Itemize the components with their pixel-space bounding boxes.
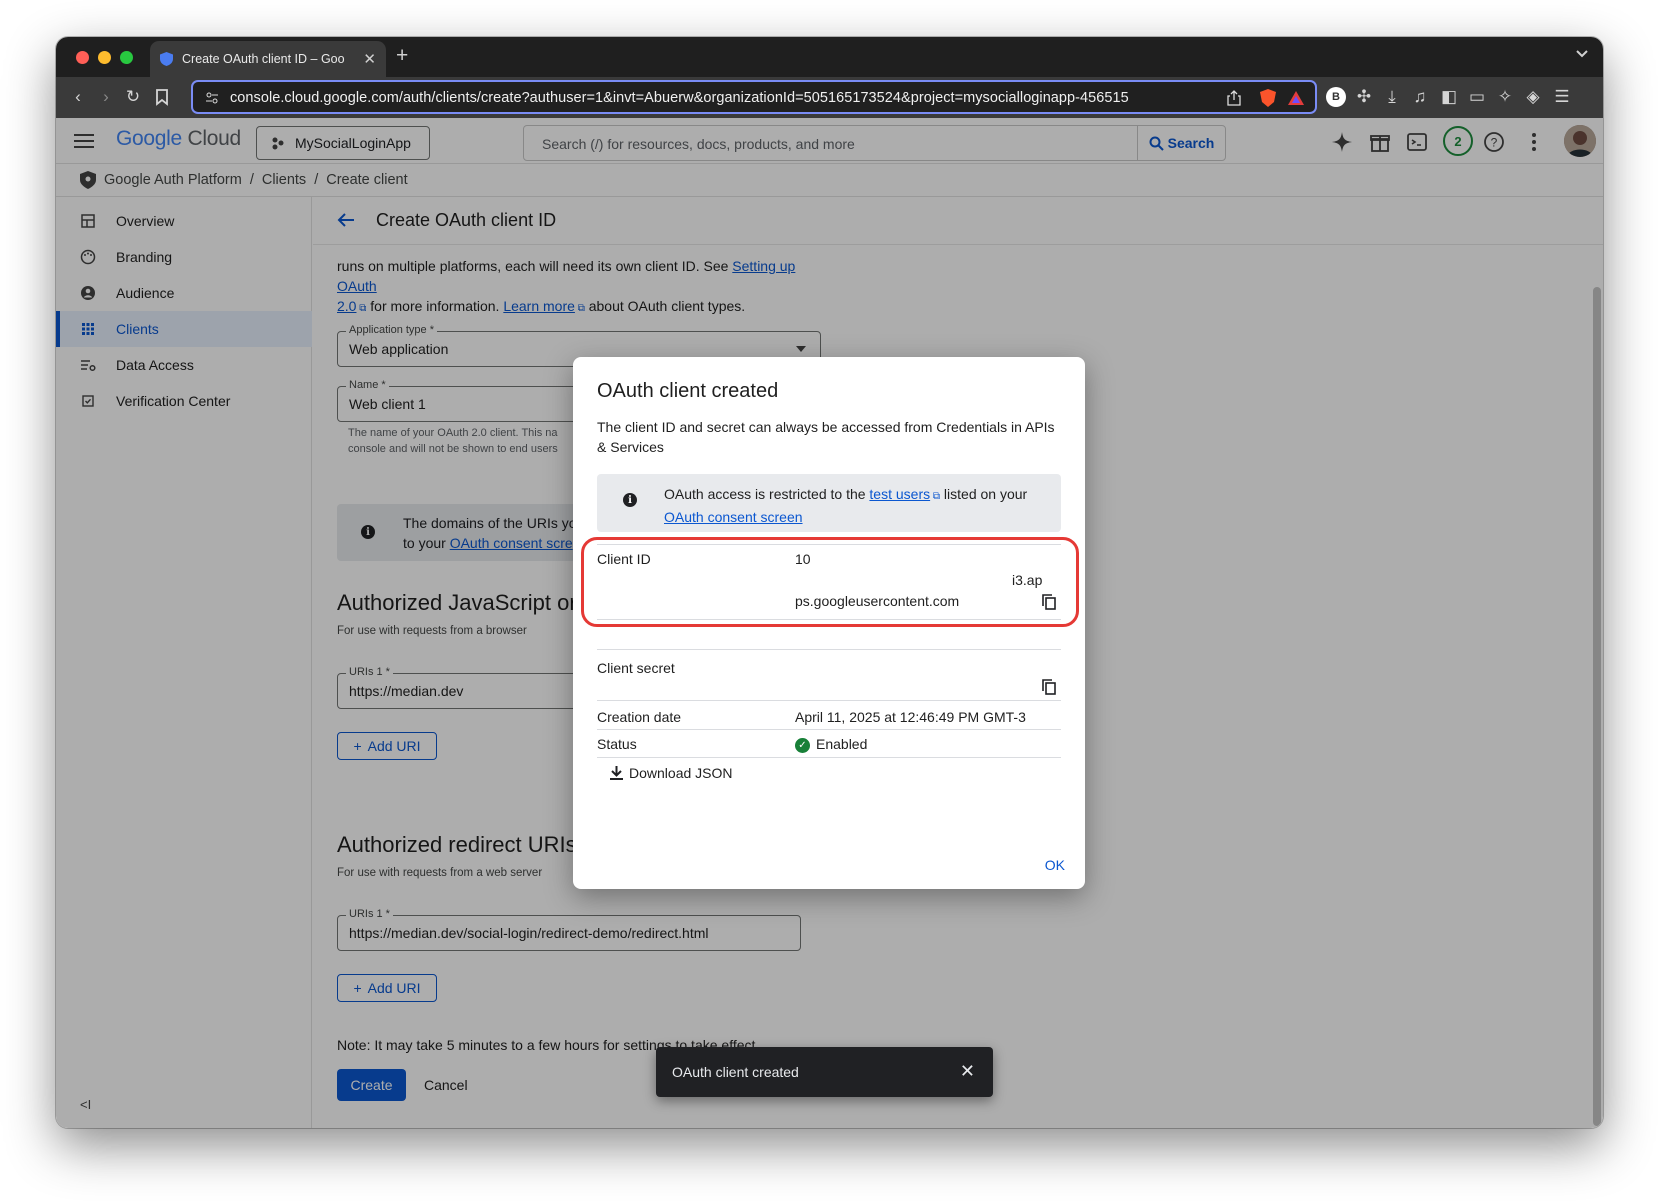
url-text: console.cloud.google.com/auth/clients/cr… [230, 90, 1129, 106]
tab-list-chevron-icon[interactable] [1575, 47, 1589, 61]
download-json-label: Download JSON [629, 765, 733, 781]
ok-button[interactable]: OK [1045, 857, 1065, 873]
copy-client-secret-icon[interactable] [1042, 679, 1056, 695]
extension-badge-icon[interactable]: B [1326, 87, 1346, 107]
shield-favicon-icon [160, 52, 173, 66]
dialog-title: OAuth client created [597, 380, 779, 402]
close-toast-icon[interactable]: ✕ [960, 1061, 975, 1082]
minimize-window-button[interactable] [98, 51, 111, 64]
site-settings-icon[interactable] [205, 91, 219, 105]
test-users-link[interactable]: test users [869, 486, 930, 502]
test-users-info-box: i OAuth access is restricted to the test… [597, 474, 1061, 532]
active-tab[interactable]: Create OAuth client ID – Goo ✕ [150, 41, 386, 77]
client-id-highlight [581, 537, 1079, 627]
back-icon[interactable]: ‹ [68, 87, 88, 107]
share-icon[interactable] [1227, 90, 1241, 106]
client-secret-label: Client secret [597, 660, 675, 676]
divider [597, 700, 1061, 701]
oauth-consent-screen-link[interactable]: OAuth consent screen [664, 509, 803, 525]
toast-message: OAuth client created [672, 1064, 799, 1080]
check-circle-icon: ✓ [795, 738, 810, 753]
address-bar[interactable]: console.cloud.google.com/auth/clients/cr… [191, 80, 1317, 114]
tab-close-icon[interactable]: ✕ [363, 50, 376, 68]
browser-toolbar: ‹ › ↻ console.cloud.google.com/auth/clie… [56, 77, 1603, 118]
oauth-client-created-dialog: OAuth client created The client ID and s… [573, 357, 1085, 889]
browser-window: Create OAuth client ID – Goo ✕ + ‹ › ↻ c… [56, 37, 1603, 1128]
download-json-button[interactable]: Download JSON [610, 765, 733, 781]
info-icon: i [623, 493, 637, 507]
status-label: Status [597, 736, 637, 752]
new-tab-icon[interactable]: + [396, 44, 408, 68]
info-text: listed on your [940, 486, 1028, 502]
creation-date-value: April 11, 2025 at 12:46:49 PM GMT-3 [795, 709, 1026, 725]
snackbar-toast: OAuth client created ✕ [656, 1047, 993, 1097]
tab-bar: Create OAuth client ID – Goo ✕ + [56, 37, 1603, 77]
download-icon[interactable]: ⤓ [1382, 87, 1402, 107]
dialog-description: The client ID and secret can always be a… [597, 419, 1055, 455]
divider [597, 757, 1061, 758]
wallet-icon[interactable]: ▭ [1467, 87, 1487, 107]
zoom-window-button[interactable] [120, 51, 133, 64]
browser-menu-icon[interactable]: ☰ [1552, 87, 1572, 107]
creation-date-label: Creation date [597, 709, 682, 725]
bookmark-icon[interactable] [152, 87, 172, 107]
external-link-icon: ⧉ [930, 491, 941, 502]
test-users-info-text: OAuth access is restricted to the test u… [664, 484, 1044, 527]
leo-ai-icon[interactable]: ✧ [1495, 87, 1515, 107]
media-icon[interactable]: ♫ [1410, 87, 1430, 107]
sidebar-toggle-icon[interactable]: ◧ [1439, 87, 1459, 107]
brave-shields-icon[interactable] [1259, 88, 1277, 108]
brave-rewards-icon[interactable] [1287, 90, 1305, 106]
tab-title: Create OAuth client ID – Goo [182, 52, 345, 66]
reload-icon[interactable]: ↻ [123, 87, 143, 107]
info-text: OAuth access is restricted to the [664, 486, 870, 502]
vpn-icon[interactable]: ◈ [1523, 87, 1543, 107]
close-window-button[interactable] [76, 51, 89, 64]
extensions-puzzle-icon[interactable]: ✣ [1354, 87, 1374, 107]
download-icon [610, 766, 623, 780]
status-value: Enabled [816, 736, 868, 752]
divider [597, 729, 1061, 730]
divider [597, 649, 1061, 650]
forward-icon[interactable]: › [96, 87, 116, 107]
window-controls [76, 51, 133, 64]
